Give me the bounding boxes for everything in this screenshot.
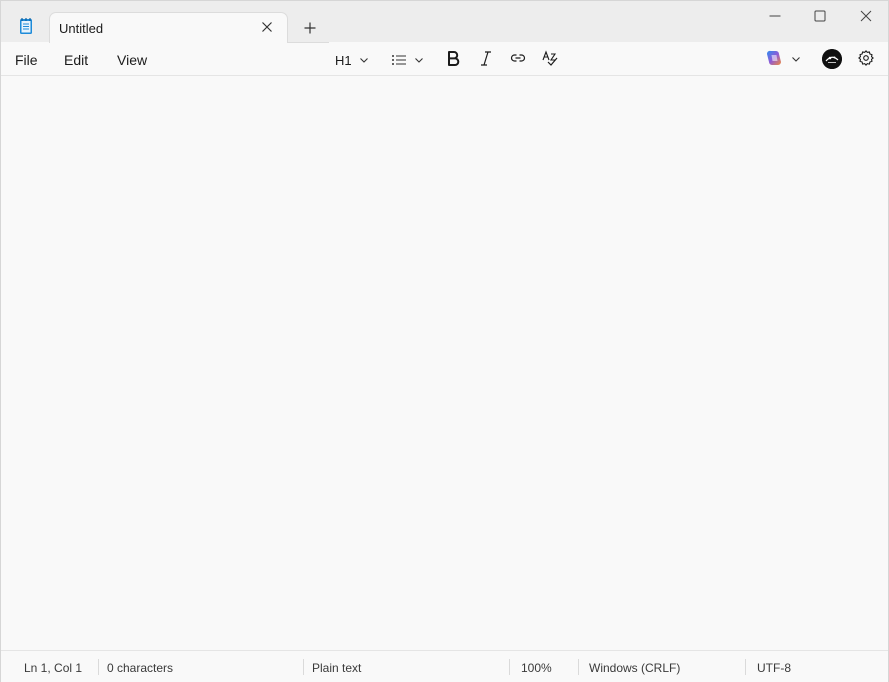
list-dropdown[interactable]: [391, 50, 424, 70]
menu-file[interactable]: File: [15, 52, 38, 68]
copilot-icon[interactable]: [765, 49, 783, 67]
spellcheck-icon[interactable]: [541, 49, 559, 67]
minimize-icon[interactable]: [768, 9, 782, 23]
cursor-position: Ln 1, Col 1: [24, 661, 83, 675]
link-icon[interactable]: [509, 49, 527, 67]
status-bar: Ln 1, Col 1 0 characters Plain text 100%…: [1, 650, 888, 682]
status-divider: [303, 659, 304, 675]
zoom-level[interactable]: 100%: [521, 661, 552, 675]
menu-view[interactable]: View: [117, 52, 147, 68]
chevron-down-icon[interactable]: [791, 54, 801, 64]
gear-icon[interactable]: [857, 49, 875, 67]
title-bar: Untitled: [1, 1, 888, 43]
avatar-image: [822, 49, 842, 69]
list-icon: [392, 55, 406, 65]
avatar[interactable]: [822, 49, 842, 69]
status-divider: [578, 659, 579, 675]
italic-icon[interactable]: [477, 49, 495, 67]
bold-icon[interactable]: [444, 49, 462, 67]
notepad-window: Untitled File Edit View H1 Ln 1, Col 1 0…: [0, 0, 889, 682]
tab-title: Untitled: [59, 21, 104, 36]
text-editor[interactable]: [2, 76, 888, 650]
tab-untitled[interactable]: Untitled: [49, 12, 288, 43]
maximize-icon[interactable]: [813, 9, 827, 23]
menu-edit[interactable]: Edit: [64, 52, 88, 68]
chevron-down-icon: [415, 58, 423, 63]
chevron-down-icon: [359, 58, 368, 63]
line-ending[interactable]: Windows (CRLF): [589, 661, 680, 675]
text-format[interactable]: Plain text: [312, 661, 361, 675]
status-divider: [509, 659, 510, 675]
heading-label: H1: [335, 52, 352, 68]
status-divider: [745, 659, 746, 675]
heading-dropdown[interactable]: H1: [335, 50, 369, 70]
character-count: 0 characters: [107, 661, 174, 675]
encoding[interactable]: UTF-8: [757, 661, 791, 675]
close-icon[interactable]: [261, 21, 273, 33]
status-divider: [98, 659, 99, 675]
notepad-app-icon: [20, 18, 32, 34]
plus-icon[interactable]: [303, 21, 317, 35]
window-close-icon[interactable]: [859, 9, 873, 23]
